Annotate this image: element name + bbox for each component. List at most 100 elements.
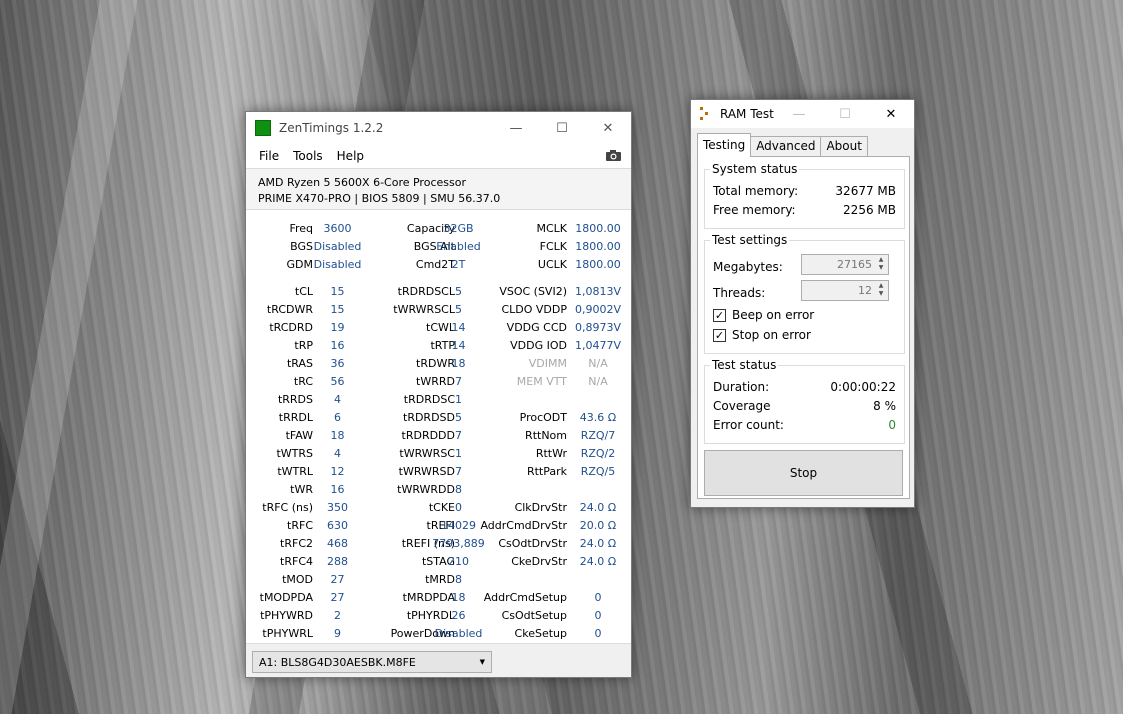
timing-value: 4 — [334, 393, 341, 406]
duration-label: Duration: — [713, 380, 770, 394]
window-title: RAM Test — [720, 107, 774, 121]
threads-value: 12 — [858, 284, 872, 297]
ramtest-titlebar[interactable]: RAM Test — ☐ ✕ — [691, 100, 914, 128]
timing-value: Disabled — [434, 627, 483, 640]
tab-advanced[interactable]: Advanced — [750, 136, 822, 157]
menu-help[interactable]: Help — [330, 149, 371, 163]
module-select[interactable]: A1: BLS8G4D30AESBK.M8FE ▼ — [252, 651, 492, 673]
timing-label: VSOC (SVI2) — [499, 285, 567, 298]
timing-row: tRCDRD 19 tCWL 14 VDDG CCD 0,8973V — [246, 319, 631, 337]
menu-file[interactable]: File — [252, 149, 286, 163]
check-icon: ✓ — [713, 308, 726, 322]
group-title: System status — [710, 162, 800, 176]
timing-row: tRRDL 6 tRDRDSD 5 ProcODT 43.6 Ω — [246, 409, 631, 427]
timing-value: 0,8973V — [574, 321, 621, 334]
timing-row: tMODPDA 27 tMRDPDA 18 AddrCmdSetup 0 — [246, 589, 631, 607]
timing-value: 5 — [455, 285, 462, 298]
timing-row: tWTRS 4 tWRWRSC 1 RttWr RZQ/2 — [246, 445, 631, 463]
timing-value: 9 — [334, 627, 341, 640]
timing-value: Enabled — [436, 240, 481, 253]
ramtest-app-icon — [700, 107, 710, 121]
timing-row: GDM Disabled Cmd2T 2T UCLK 1800.00 — [246, 256, 631, 274]
zentimings-titlebar[interactable]: ZenTimings 1.2.2 — ☐ ✕ — [246, 112, 631, 144]
timing-value: 8 — [455, 573, 462, 586]
megabytes-spinner[interactable]: ▲ ▼ — [875, 256, 887, 273]
timing-label: AddrCmdDrvStr — [480, 519, 567, 532]
megabytes-value: 27165 — [837, 258, 872, 271]
threads-input[interactable]: 12 ▲ ▼ — [801, 280, 889, 301]
minimize-button[interactable]: — — [493, 112, 539, 144]
timing-value: RZQ/7 — [580, 429, 616, 442]
timing-value: 15 — [330, 285, 345, 298]
timing-value: 18 — [330, 429, 345, 442]
timing-label: RttWr — [535, 447, 567, 460]
timing-value: 16 — [330, 483, 345, 496]
timing-value: 2 — [334, 609, 341, 622]
beep-on-error-checkbox[interactable]: ✓ Beep on error — [713, 307, 814, 323]
timing-value: 14 — [451, 339, 466, 352]
timing-value: 630 — [327, 519, 348, 532]
timing-value: 27 — [330, 573, 345, 586]
total-memory-row: Total memory: 32677 MB — [713, 184, 896, 200]
menu-bar: File Tools Help — [246, 144, 631, 168]
test-settings-group: Test settings Megabytes: 27165 ▲ ▼ Thread… — [704, 233, 905, 354]
maximize-button[interactable]: ☐ — [822, 100, 868, 128]
timing-value: 26 — [451, 609, 466, 622]
timing-value: 14 — [451, 321, 466, 334]
timing-row: tRFC (ns) 350 tCKE 0 ClkDrvStr 24.0 Ω — [246, 499, 631, 517]
timing-label: VDDG CCD — [506, 321, 567, 334]
megabytes-input[interactable]: 27165 ▲ ▼ — [801, 254, 889, 275]
coverage-label: Coverage — [713, 399, 771, 413]
minimize-button[interactable]: — — [776, 100, 822, 128]
timing-value: 18 — [451, 357, 466, 370]
timing-value: 7 — [455, 429, 462, 442]
timing-value: RZQ/5 — [580, 465, 616, 478]
tab-testing[interactable]: Testing — [697, 133, 752, 157]
camera-icon[interactable] — [605, 149, 622, 162]
threads-spinner[interactable]: ▲ ▼ — [875, 282, 887, 299]
timing-value: 2T — [451, 258, 466, 271]
cpu-name: AMD Ryzen 5 5600X 6-Core Processor — [258, 176, 466, 189]
timing-label: CLDO VDDP — [501, 303, 567, 316]
timing-label: UCLK — [537, 258, 567, 271]
timing-value: 0 — [594, 627, 602, 640]
timing-value: 24.0 Ω — [579, 537, 617, 550]
tab-about[interactable]: About — [820, 136, 868, 157]
coverage-row: Coverage 8 % — [713, 399, 896, 415]
duration-row: Duration: 0:00:00:22 — [713, 380, 896, 396]
timing-row: tRC 56 tWRRD 7 MEM VTT N/A — [246, 373, 631, 391]
stop-on-error-label: Stop on error — [732, 328, 811, 342]
timing-value: 19 — [330, 321, 345, 334]
timing-value: 288 — [327, 555, 348, 568]
timing-label: ClkDrvStr — [514, 501, 567, 514]
timing-value: 27 — [330, 591, 345, 604]
timing-value: N/A — [588, 375, 608, 388]
timing-value: 1,0813V — [574, 285, 621, 298]
timing-value: 15 — [330, 303, 345, 316]
timing-value: 4 — [334, 447, 341, 460]
group-title: Test settings — [710, 233, 790, 247]
app-icon — [255, 120, 271, 136]
timing-row: tRAS 36 tRDWR 18 VDIMM N/A — [246, 355, 631, 373]
timing-value: 24.0 Ω — [579, 501, 617, 514]
timing-row: tWR 16 tWRWRDD 8 — [246, 481, 631, 499]
timing-label: CkeDrvStr — [511, 555, 567, 568]
testing-panel: System status Total memory: 32677 MB Fre… — [697, 156, 910, 499]
timing-row: tRFC 630 tREFI 14029 AddrCmdDrvStr 20.0 Ω — [246, 517, 631, 535]
menu-tools[interactable]: Tools — [286, 149, 330, 163]
timing-value: 56 — [330, 375, 345, 388]
maximize-button[interactable]: ☐ — [539, 112, 585, 144]
stop-on-error-checkbox[interactable]: ✓ Stop on error — [713, 327, 811, 343]
timing-label: VDDG IOD — [510, 339, 567, 352]
timing-label: MCLK — [536, 222, 567, 235]
stop-button[interactable]: Stop — [704, 450, 903, 496]
duration-value: 0:00:00:22 — [830, 380, 896, 394]
timing-value: 1800.00 — [575, 222, 621, 235]
close-button[interactable]: ✕ — [585, 112, 631, 144]
close-button[interactable]: ✕ — [868, 100, 914, 128]
chevron-down-icon: ▼ — [479, 658, 485, 666]
timing-value: 8 — [455, 483, 462, 496]
timing-row: tRFC2 468 tREFI (ns) 7793,889 CsOdtDrvStr 24.… — [246, 535, 631, 553]
timing-value: 350 — [327, 501, 348, 514]
check-icon: ✓ — [713, 328, 726, 342]
